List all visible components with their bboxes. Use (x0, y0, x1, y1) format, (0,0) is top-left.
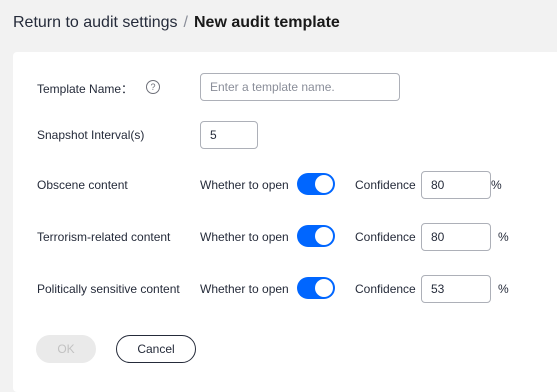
page-title: New audit template (194, 14, 340, 31)
breadcrumb: Return to audit settings / New audit templ… (13, 13, 340, 33)
ok-button[interactable]: OK (36, 335, 96, 363)
political-content-label: Politically sensitive content (37, 282, 180, 296)
return-to-audit-settings-link[interactable]: Return to audit settings (13, 14, 178, 31)
political-confidence-input[interactable] (421, 275, 491, 303)
obscene-confidence-input[interactable] (421, 171, 491, 199)
confidence-label: Confidence (355, 282, 416, 296)
confidence-label: Confidence (355, 178, 416, 192)
percent-unit: % (491, 178, 502, 192)
percent-unit: % (498, 230, 509, 244)
obscene-content-label: Obscene content (37, 178, 128, 192)
terrorism-content-label: Terrorism-related content (37, 230, 171, 244)
toggle-knob (315, 227, 333, 245)
percent-unit: % (498, 282, 509, 296)
political-content-toggle[interactable] (297, 277, 335, 299)
audit-template-form: Template Name： ? Snapshot Interval(s) Ob… (13, 52, 557, 392)
template-name-label: Template Name： (37, 82, 134, 96)
terrorism-content-toggle[interactable] (297, 225, 335, 247)
toggle-knob (315, 279, 333, 297)
obscene-content-toggle[interactable] (297, 173, 335, 195)
whether-to-open-label: Whether to open (200, 282, 289, 296)
snapshot-interval-label: Snapshot Interval(s) (37, 128, 145, 142)
template-name-input[interactable] (200, 73, 400, 101)
snapshot-interval-input[interactable] (200, 121, 258, 149)
confidence-label: Confidence (355, 230, 416, 244)
whether-to-open-label: Whether to open (200, 230, 289, 244)
breadcrumb-separator: / (183, 14, 188, 31)
whether-to-open-label: Whether to open (200, 178, 289, 192)
terrorism-confidence-input[interactable] (421, 223, 491, 251)
question-circle-icon[interactable]: ? (146, 80, 160, 94)
toggle-knob (315, 175, 333, 193)
cancel-button[interactable]: Cancel (116, 335, 196, 363)
